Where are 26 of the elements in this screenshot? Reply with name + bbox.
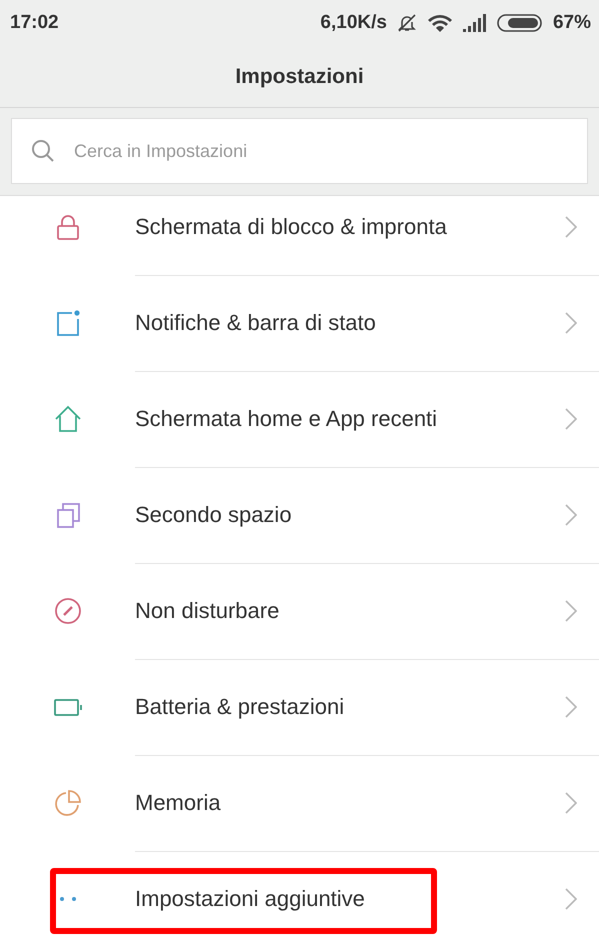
muted-bell-icon — [396, 13, 417, 33]
signal-icon — [462, 14, 487, 32]
settings-item[interactable]: Impostazioni aggiuntive — [0, 851, 599, 937]
chevron-icon — [565, 600, 577, 622]
status-time: 17:02 — [10, 12, 59, 34]
settings-item[interactable]: Notifiche & barra di stato — [0, 275, 599, 371]
chevron-icon — [565, 504, 577, 526]
settings-item[interactable]: Secondo spazio — [0, 467, 599, 563]
chevron-icon — [565, 696, 577, 718]
chevron-icon — [565, 312, 577, 334]
network-speed: 6,10K/s — [320, 12, 387, 34]
chevron-icon — [565, 888, 577, 910]
settings-item[interactable]: Schermata home e App recenti — [0, 371, 599, 467]
chevron-icon — [565, 216, 577, 238]
page-title: Impostazioni — [235, 64, 364, 88]
settings-item[interactable]: Non disturbare — [0, 563, 599, 659]
search-field[interactable]: Cerca in Impostazioni — [11, 118, 588, 184]
battery-icon — [496, 13, 543, 33]
wifi-icon — [426, 13, 453, 33]
settings-item[interactable]: Batteria & prestazioni — [0, 659, 599, 755]
search-icon — [31, 139, 55, 163]
chevron-icon — [565, 792, 577, 814]
settings-item[interactable]: Memoria — [0, 755, 599, 851]
chevron-icon — [565, 408, 577, 430]
battery-percent: 67% — [552, 12, 591, 34]
settings-item[interactable]: Schermata di blocco & impronta — [0, 196, 599, 275]
